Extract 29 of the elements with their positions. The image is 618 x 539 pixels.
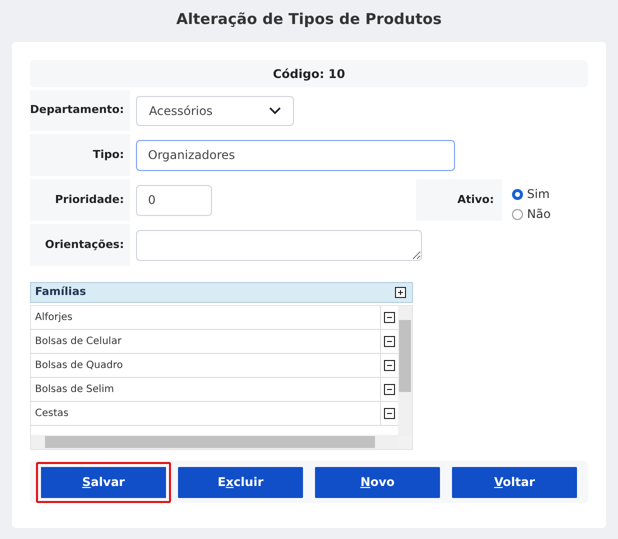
active-label: Ativo: [416, 179, 502, 221]
add-icon[interactable] [395, 287, 406, 298]
families-title: Famílias [35, 284, 86, 300]
field-label: Orientações: [30, 224, 130, 266]
family-row[interactable]: Alforjes [31, 306, 398, 330]
chevron-down-icon [269, 106, 281, 114]
field-label: Departamento: [30, 90, 130, 131]
field-label: Tipo: [30, 134, 130, 176]
remove-icon[interactable] [384, 408, 395, 419]
remove-icon[interactable] [384, 360, 395, 371]
remove-icon[interactable] [384, 336, 395, 347]
family-row[interactable]: Cestas [31, 402, 398, 426]
code-header: Código: 10 [30, 60, 588, 87]
priority-input[interactable]: 0 [136, 184, 212, 216]
radio-option[interactable]: Não [512, 205, 588, 223]
page-title: Alteração de Tipos de Produtos [176, 9, 442, 30]
action-button[interactable]: Salvar [36, 462, 171, 502]
remove-icon[interactable] [384, 312, 395, 323]
radio-button[interactable] [512, 188, 523, 200]
radio-option[interactable]: Sim [512, 185, 588, 203]
radio-button[interactable] [512, 208, 523, 220]
remove-icon[interactable] [384, 384, 395, 395]
type-input[interactable]: Organizadores [136, 140, 455, 170]
department-select[interactable]: Acessórios [136, 96, 294, 126]
family-row[interactable]: Bolsas de Celular [31, 330, 398, 354]
horizontal-scrollbar[interactable] [31, 435, 398, 449]
family-row[interactable]: Bolsas de Selim [31, 378, 398, 402]
field-label: Prioridade: [30, 179, 130, 221]
family-row[interactable]: Bolsas de Quadro [31, 354, 398, 378]
